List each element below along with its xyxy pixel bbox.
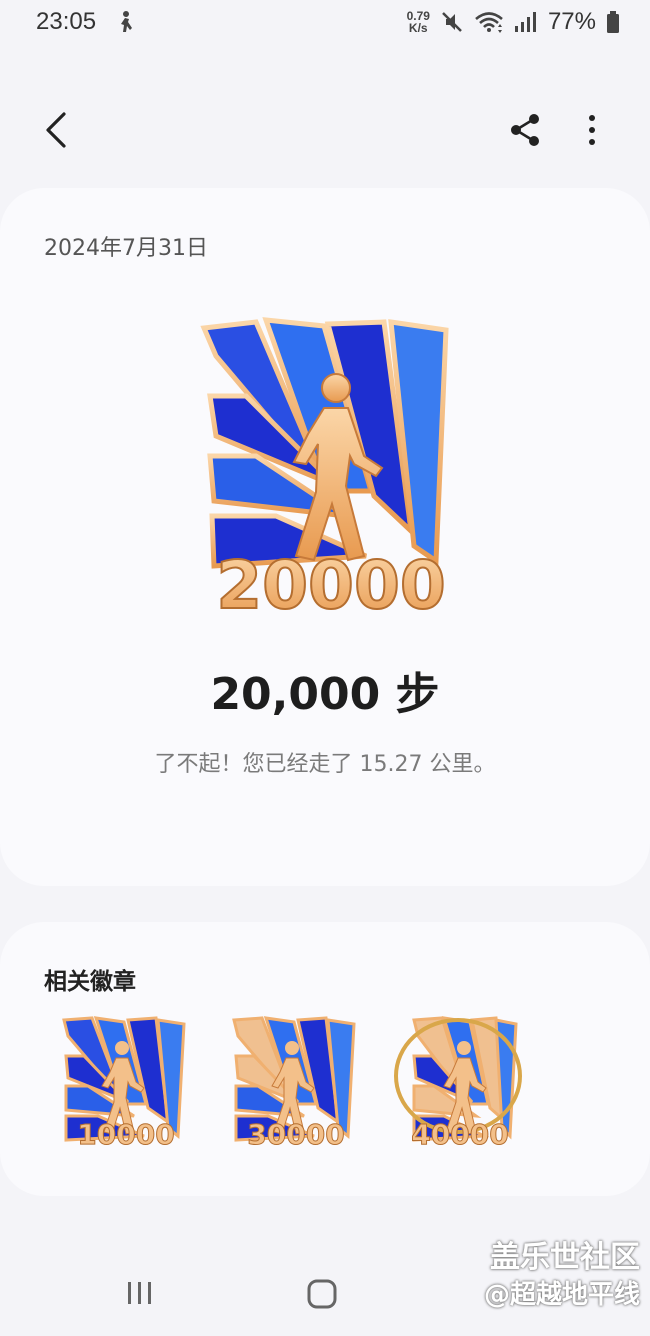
community-watermark: 盖乐世社区 @超越地平线 [484, 1238, 640, 1312]
signal-icon [514, 12, 536, 32]
related-badge-10000[interactable]: 10000 [58, 1016, 194, 1148]
related-badge-number: 40000 [411, 1118, 508, 1148]
watermark-line1: 盖乐世社区 [490, 1240, 640, 1275]
more-options-button[interactable] [578, 110, 606, 150]
related-badge-40000[interactable]: 40000 [392, 1016, 528, 1148]
related-badge-number: 30000 [247, 1118, 344, 1148]
walking-person-icon [121, 11, 132, 32]
mute-icon [442, 12, 462, 32]
related-badge-30000[interactable]: 30000 [228, 1016, 364, 1148]
back-button[interactable] [38, 108, 78, 152]
related-badges-card: 相关徽章 10000 30000 40000 [0, 922, 650, 1196]
watermark-line2: @超越地平线 [483, 1280, 640, 1310]
status-indicators: 0.79 K/s 77% [407, 6, 620, 38]
achievement-date: 2024年7月31日 [44, 236, 208, 261]
home-button[interactable] [306, 1278, 338, 1310]
steps-title: 20,000 步 [210, 669, 440, 720]
battery-icon [607, 11, 619, 33]
badge-20000-image: 20000 [200, 317, 449, 625]
badge-detail-screen: 23:05 0.79 K/s 77% 2024年7月31日 20000 20,0… [0, 0, 650, 1336]
share-button[interactable] [508, 112, 544, 148]
badge-main-number: 20000 [216, 547, 446, 624]
achievement-message: 了不起！您已经走了 15.27 公里。 [154, 752, 496, 777]
battery-percent: 77% [547, 8, 596, 35]
achievement-card: 2024年7月31日 20000 20,000 步 了不起！您已经走了 15.2… [0, 188, 650, 886]
related-badges-title: 相关徽章 [44, 969, 136, 995]
net-speed: 0.79 K/s [407, 10, 430, 34]
status-bar: 23:05 0.79 K/s 77% [0, 0, 650, 46]
status-time: 23:05 [36, 8, 97, 35]
related-badge-number: 10000 [77, 1118, 174, 1148]
net-speed-unit: K/s [408, 21, 428, 35]
recent-apps-button[interactable] [126, 1280, 154, 1306]
wifi-icon [475, 12, 503, 33]
